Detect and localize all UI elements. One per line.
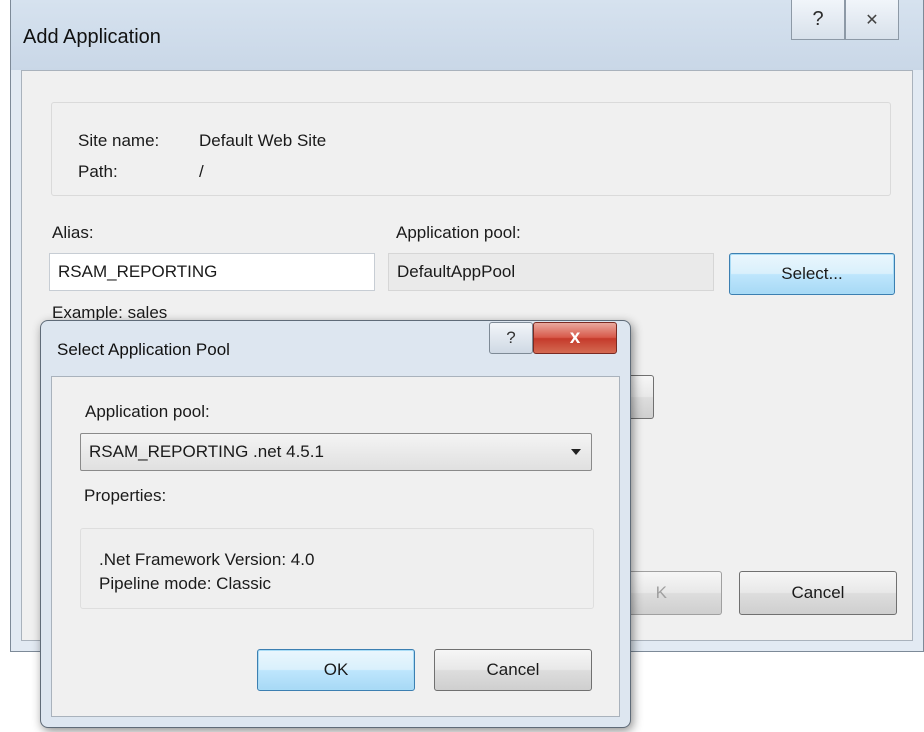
path-label: Path:: [78, 162, 118, 181]
properties-label: Properties:: [84, 486, 167, 505]
app-pool-field: DefaultAppPool: [388, 253, 714, 291]
app-pool-dropdown[interactable]: RSAM_REPORTING .net 4.5.1: [80, 433, 592, 471]
pool-ok-label: OK: [323, 660, 349, 679]
pool-dialog-title: Select Application Pool: [57, 340, 230, 359]
site-name-value: Default Web Site: [199, 131, 327, 150]
alias-input-value: RSAM_REPORTING: [58, 262, 218, 281]
pool-cancel-label: Cancel: [486, 660, 540, 679]
dialog-title: Add Application: [23, 26, 161, 48]
pool-dialog-body: Application pool: RSAM_REPORTING .net 4.…: [51, 376, 620, 717]
close-button[interactable]: ✕: [845, 0, 899, 40]
pool-ok-button[interactable]: OK: [257, 649, 415, 691]
pool-cancel-button[interactable]: Cancel: [434, 649, 592, 691]
app-pool-value: DefaultAppPool: [397, 262, 516, 281]
close-icon: ✕: [865, 11, 879, 29]
cancel-button-label: Cancel: [791, 583, 845, 602]
site-name-label: Site name:: [78, 131, 160, 150]
pool-select-label: Application pool:: [85, 402, 210, 421]
select-button-label: Select...: [781, 264, 843, 283]
chevron-down-icon: [571, 449, 581, 455]
alias-input[interactable]: RSAM_REPORTING: [49, 253, 375, 291]
cancel-button[interactable]: Cancel: [739, 571, 897, 615]
pool-help-button[interactable]: ?: [489, 322, 533, 354]
alias-label: Alias:: [52, 223, 94, 242]
pool-close-button[interactable]: x: [533, 322, 617, 354]
help-icon: ?: [812, 8, 824, 30]
pipeline-mode: Pipeline mode: Classic: [99, 574, 271, 593]
help-button[interactable]: ?: [791, 0, 845, 40]
select-pool-button[interactable]: Select...: [729, 253, 895, 295]
site-info-group: Site name: Default Web Site Path: /: [51, 102, 891, 196]
ok-button-label: K: [655, 583, 667, 602]
help-icon: ?: [506, 328, 516, 347]
title-bar: Add Application ? ✕: [11, 0, 923, 70]
path-value: /: [199, 162, 204, 181]
app-pool-selected-value: RSAM_REPORTING .net 4.5.1: [89, 442, 324, 461]
properties-box: .Net Framework Version: 4.0 Pipeline mod…: [80, 528, 594, 609]
close-icon: x: [569, 327, 581, 348]
app-pool-label: Application pool:: [396, 223, 521, 242]
net-framework-version: .Net Framework Version: 4.0: [99, 550, 315, 569]
select-application-pool-dialog: Select Application Pool ? x Application …: [40, 320, 631, 728]
